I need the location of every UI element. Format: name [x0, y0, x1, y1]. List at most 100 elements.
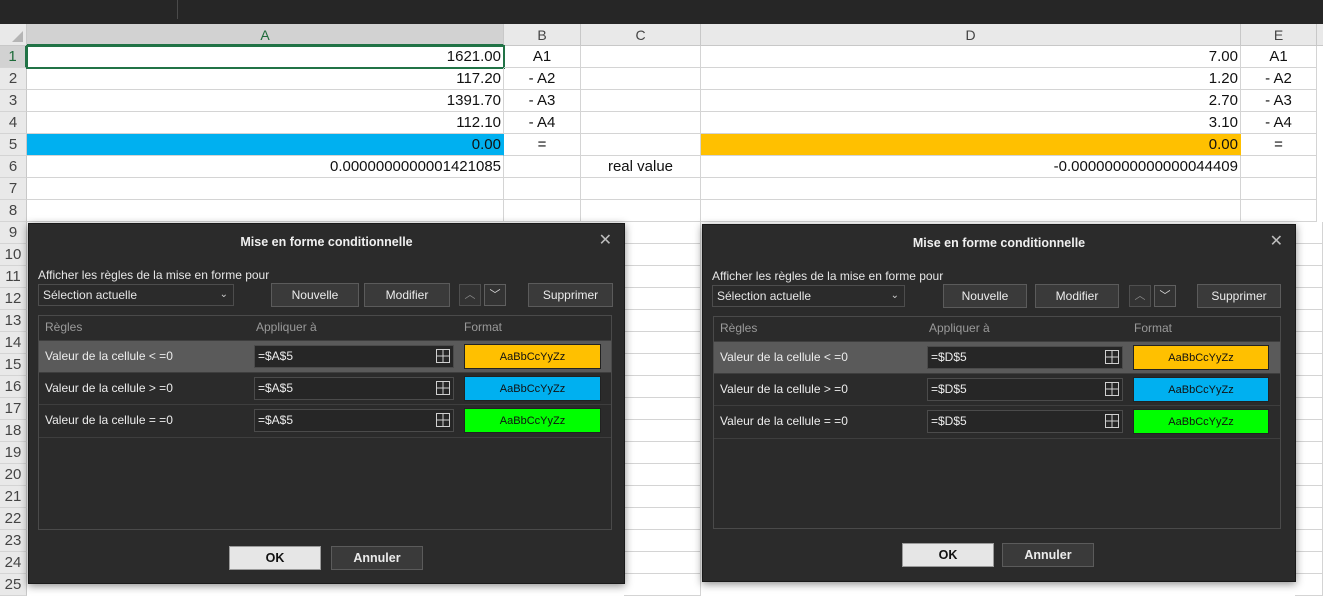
rule-row[interactable]: Valeur de la cellule < =0 =$A$5 AaBbCcYy… [39, 340, 611, 373]
column-header-d[interactable]: D [701, 24, 1241, 46]
grid-strip-between-dialogs[interactable] [624, 222, 701, 596]
column-header-f[interactable] [1317, 24, 1323, 46]
column-header-c[interactable]: C [581, 24, 701, 46]
cell-c8[interactable] [581, 200, 701, 222]
applies-to-input[interactable]: =$D$5 [927, 410, 1123, 433]
cell-a6[interactable]: 0.0000000000001421085 [27, 156, 504, 178]
cell-e8[interactable] [1241, 200, 1317, 222]
row-header-15[interactable]: 15 [0, 354, 27, 376]
row-header-17[interactable]: 17 [0, 398, 27, 420]
cell-d7[interactable] [701, 178, 1241, 200]
cell-b4[interactable]: - A4 [504, 112, 581, 134]
cell-c7[interactable] [581, 178, 701, 200]
move-down-icon[interactable]: ﹀ [1154, 285, 1176, 307]
cell-d3[interactable]: 2.70 [701, 90, 1241, 112]
cell-d4[interactable]: 3.10 [701, 112, 1241, 134]
cell-c3[interactable] [581, 90, 701, 112]
cell-c6[interactable]: real value [581, 156, 701, 178]
row-header-2[interactable]: 2 [0, 68, 27, 90]
cell-c5[interactable] [581, 134, 701, 156]
cell-b3[interactable]: - A3 [504, 90, 581, 112]
close-icon[interactable]: ✕ [1270, 234, 1283, 250]
move-up-icon[interactable]: ︿ [1129, 285, 1151, 307]
applies-to-input[interactable]: =$D$5 [927, 378, 1123, 401]
cell-b8[interactable] [504, 200, 581, 222]
rule-row[interactable]: Valeur de la cellule = =0 =$D$5 AaBbCcYy… [714, 405, 1280, 439]
column-header-b[interactable]: B [504, 24, 581, 46]
row-header-14[interactable]: 14 [0, 332, 27, 354]
selection-dropdown[interactable]: Sélection actuelle ⌄ [38, 284, 234, 306]
selection-dropdown[interactable]: Sélection actuelle ⌄ [712, 285, 905, 307]
ok-button[interactable]: OK [902, 543, 994, 567]
cell-c1[interactable] [581, 46, 701, 68]
range-picker-icon[interactable] [436, 413, 450, 427]
cell-a4[interactable]: 112.10 [27, 112, 504, 134]
cell-e2[interactable]: - A2 [1241, 68, 1317, 90]
column-header-e[interactable]: E [1241, 24, 1317, 46]
format-preview[interactable]: AaBbCcYyZz [1133, 377, 1269, 402]
cell-c4[interactable] [581, 112, 701, 134]
cell-d2[interactable]: 1.20 [701, 68, 1241, 90]
cell-c2[interactable] [581, 68, 701, 90]
edit-rule-button[interactable]: Modifier [364, 283, 450, 307]
cell-b5[interactable]: = [504, 134, 581, 156]
row-header-18[interactable]: 18 [0, 420, 27, 442]
new-rule-button[interactable]: Nouvelle [943, 284, 1027, 308]
row-header-5[interactable]: 5 [0, 134, 27, 156]
cell-a2[interactable]: 117.20 [27, 68, 504, 90]
row-header-16[interactable]: 16 [0, 376, 27, 398]
move-down-icon[interactable]: ﹀ [484, 284, 506, 306]
rule-row[interactable]: Valeur de la cellule > =0 =$D$5 AaBbCcYy… [714, 373, 1280, 406]
cell-a1[interactable]: 1621.00 [26, 45, 505, 69]
range-picker-icon[interactable] [1105, 382, 1119, 396]
delete-rule-button[interactable]: Supprimer [1197, 284, 1281, 308]
row-header-9[interactable]: 9 [0, 222, 27, 244]
cell-e4[interactable]: - A4 [1241, 112, 1317, 134]
format-preview[interactable]: AaBbCcYyZz [1133, 409, 1269, 434]
cell-a8[interactable] [27, 200, 504, 222]
range-picker-icon[interactable] [1105, 414, 1119, 428]
cell-a7[interactable] [27, 178, 504, 200]
edit-rule-button[interactable]: Modifier [1035, 284, 1119, 308]
format-preview[interactable]: AaBbCcYyZz [464, 376, 601, 401]
row-header-20[interactable]: 20 [0, 464, 27, 486]
cell-e5[interactable]: = [1241, 134, 1317, 156]
row-header-6[interactable]: 6 [0, 156, 27, 178]
rule-row[interactable]: Valeur de la cellule > =0 =$A$5 AaBbCcYy… [39, 372, 611, 405]
cell-a3[interactable]: 1391.70 [27, 90, 504, 112]
close-icon[interactable]: ✕ [599, 233, 612, 249]
delete-rule-button[interactable]: Supprimer [528, 283, 613, 307]
cell-b2[interactable]: - A2 [504, 68, 581, 90]
cell-e1[interactable]: A1 [1241, 46, 1317, 68]
move-up-icon[interactable]: ︿ [459, 284, 481, 306]
applies-to-input[interactable]: =$A$5 [254, 345, 454, 368]
rule-row[interactable]: Valeur de la cellule = =0 =$A$5 AaBbCcYy… [39, 404, 611, 438]
column-header-a[interactable]: A [27, 24, 504, 46]
cell-a5[interactable]: 0.00 [27, 134, 504, 156]
cell-d5[interactable]: 0.00 [701, 134, 1241, 156]
range-picker-icon[interactable] [1105, 350, 1119, 364]
row-header-10[interactable]: 10 [0, 244, 27, 266]
grid-strip-right[interactable] [1295, 222, 1323, 596]
cancel-button[interactable]: Annuler [1002, 543, 1094, 567]
row-header-23[interactable]: 23 [0, 530, 27, 552]
row-header-4[interactable]: 4 [0, 112, 27, 134]
cell-b1[interactable]: A1 [504, 46, 581, 68]
cell-b7[interactable] [504, 178, 581, 200]
format-preview[interactable]: AaBbCcYyZz [464, 344, 601, 369]
cancel-button[interactable]: Annuler [331, 546, 423, 570]
format-preview[interactable]: AaBbCcYyZz [464, 408, 601, 433]
row-header-7[interactable]: 7 [0, 178, 27, 200]
row-header-21[interactable]: 21 [0, 486, 27, 508]
cell-d6[interactable]: -0.00000000000000044409 [701, 156, 1241, 178]
row-header-25[interactable]: 25 [0, 574, 27, 596]
cell-e3[interactable]: - A3 [1241, 90, 1317, 112]
row-header-11[interactable]: 11 [0, 266, 27, 288]
row-header-1[interactable]: 1 [0, 46, 27, 68]
range-picker-icon[interactable] [436, 381, 450, 395]
range-picker-icon[interactable] [436, 349, 450, 363]
select-all-corner[interactable] [0, 24, 27, 46]
row-header-24[interactable]: 24 [0, 552, 27, 574]
row-header-22[interactable]: 22 [0, 508, 27, 530]
format-preview[interactable]: AaBbCcYyZz [1133, 345, 1269, 370]
